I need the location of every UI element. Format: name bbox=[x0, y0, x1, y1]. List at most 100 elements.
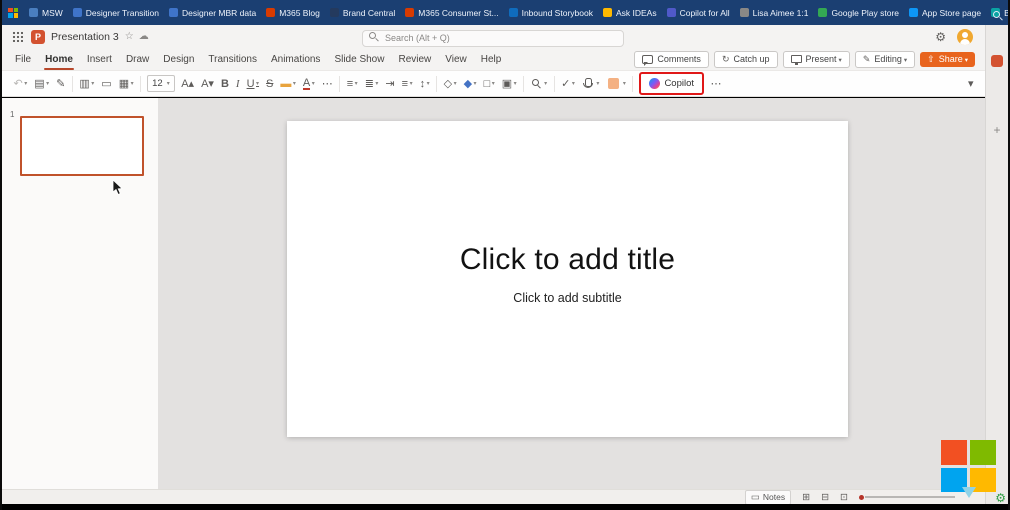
copilot-icon bbox=[649, 78, 660, 89]
editor-button[interactable]: ✓ bbox=[558, 74, 579, 94]
tab-review[interactable]: Review bbox=[391, 49, 438, 70]
sidebar-office-app-icon[interactable] bbox=[991, 55, 1003, 67]
bookmark-app-store-page[interactable]: App Store page bbox=[904, 5, 986, 21]
app-launcher-waffle-icon[interactable] bbox=[12, 31, 23, 42]
favicon bbox=[667, 8, 676, 17]
text-highlight-button[interactable]: ▬ bbox=[277, 74, 300, 94]
slide-editing-surface[interactable]: Click to add title Click to add subtitle bbox=[287, 121, 848, 437]
tab-draw[interactable]: Draw bbox=[119, 49, 156, 70]
notes-button[interactable]: ▭ Notes bbox=[745, 490, 791, 505]
editing-label: Editing bbox=[874, 54, 907, 64]
search-input[interactable] bbox=[362, 30, 624, 47]
browser-logo-icon[interactable] bbox=[8, 8, 18, 18]
shapes-button[interactable]: ◇ bbox=[440, 74, 460, 94]
tab-insert[interactable]: Insert bbox=[80, 49, 119, 70]
bold-button[interactable]: B bbox=[217, 74, 232, 94]
font-size-select[interactable]: 12 bbox=[147, 75, 175, 92]
zoom-slider-handle[interactable] bbox=[859, 495, 864, 500]
grow-font-button[interactable]: A▴ bbox=[178, 74, 198, 94]
present-label: Present bbox=[806, 54, 842, 64]
font-color-button[interactable]: A bbox=[299, 74, 318, 94]
ribbon-separator bbox=[523, 76, 524, 92]
bookmark-label: Designer MBR data bbox=[182, 8, 256, 18]
comments-button[interactable]: Comments bbox=[634, 51, 709, 68]
ribbon-more-button[interactable]: ⋯ bbox=[707, 74, 725, 94]
align-button[interactable]: ≡ bbox=[398, 74, 416, 94]
favicon bbox=[909, 8, 918, 17]
shape-outline-button[interactable]: □ bbox=[480, 74, 498, 94]
view-slideshow-button[interactable]: ⊡ bbox=[840, 492, 848, 503]
designer-button[interactable] bbox=[603, 74, 630, 94]
settings-gear-icon[interactable]: ⚙ bbox=[935, 30, 946, 44]
slide-layout-button[interactable]: ▦ bbox=[115, 74, 137, 94]
shrink-font-button[interactable]: A▾ bbox=[198, 74, 218, 94]
numbering-button[interactable]: ≣ bbox=[361, 74, 382, 94]
bookmark-google-play-store[interactable]: Google Play store bbox=[813, 5, 904, 21]
favicon bbox=[818, 8, 827, 17]
tab-animations[interactable]: Animations bbox=[264, 49, 327, 70]
bullets-button[interactable]: ≡ bbox=[343, 74, 361, 94]
ribbon-separator bbox=[632, 76, 633, 92]
tab-slide-show[interactable]: Slide Show bbox=[327, 49, 391, 70]
find-button[interactable] bbox=[527, 74, 551, 94]
document-title[interactable]: Presentation 3 bbox=[51, 31, 119, 43]
copilot-button[interactable]: Copilot bbox=[643, 75, 700, 92]
tab-view[interactable]: View bbox=[438, 49, 474, 70]
saved-cloud-icon[interactable]: ☁ bbox=[139, 31, 149, 42]
zoom-slider-track[interactable] bbox=[865, 496, 955, 498]
tab-file[interactable]: File bbox=[8, 49, 38, 70]
ribbon-collapse-button[interactable]: ▾ bbox=[964, 74, 977, 94]
tab-design[interactable]: Design bbox=[156, 49, 201, 70]
delete-slide-button[interactable]: ▭ bbox=[98, 74, 115, 94]
present-button[interactable]: Present bbox=[783, 51, 850, 68]
subtitle-placeholder[interactable]: Click to add subtitle bbox=[287, 291, 848, 305]
capture-settings-gear-icon[interactable]: ⚙ bbox=[995, 491, 1006, 505]
bookmark-designer-mbr-data[interactable]: Designer MBR data bbox=[164, 5, 261, 21]
bookmark-designer-transition[interactable]: Designer Transition bbox=[68, 5, 164, 21]
powerpoint-logo-icon[interactable]: P bbox=[31, 30, 45, 44]
app-header: P Presentation 3 ☆ ☁ ⚙ bbox=[2, 25, 985, 48]
strikethrough-button[interactable]: S bbox=[263, 74, 277, 94]
underline-button[interactable]: U bbox=[243, 74, 262, 94]
ribbon-separator bbox=[554, 76, 555, 92]
more-font-options-button[interactable]: ⋯ bbox=[318, 74, 336, 94]
sidebar-add-icon[interactable]: + bbox=[993, 123, 1000, 137]
tab-transitions[interactable]: Transitions bbox=[201, 49, 264, 70]
italic-button[interactable]: I bbox=[232, 74, 243, 94]
format-painter-button[interactable]: ✎ bbox=[53, 74, 69, 94]
bookmark-label: Designer Transition bbox=[86, 8, 159, 18]
dictate-button[interactable] bbox=[578, 74, 603, 94]
account-avatar[interactable] bbox=[957, 29, 973, 45]
browser-search-icon[interactable] bbox=[993, 8, 1003, 26]
editing-mode-button[interactable]: ✎Editing bbox=[855, 51, 915, 68]
slide-1-thumbnail[interactable] bbox=[20, 116, 144, 176]
undo-button[interactable]: ↶ bbox=[10, 74, 31, 94]
bookmark-ask-ideas[interactable]: Ask IDEAs bbox=[598, 5, 662, 21]
microsoft-logo bbox=[941, 440, 996, 492]
catch-up-button[interactable]: ↻Catch up bbox=[714, 51, 778, 68]
favicon bbox=[266, 8, 275, 17]
favorite-star-icon[interactable]: ☆ bbox=[125, 31, 134, 42]
zoom-slider[interactable] bbox=[859, 495, 955, 500]
title-placeholder[interactable]: Click to add title bbox=[287, 243, 848, 277]
arrange-button[interactable]: ▣ bbox=[498, 74, 520, 94]
tab-home[interactable]: Home bbox=[38, 49, 80, 70]
share-button[interactable]: ⇧Share bbox=[920, 52, 975, 67]
tab-help[interactable]: Help bbox=[474, 49, 509, 70]
line-spacing-button[interactable]: ↕ bbox=[416, 74, 433, 94]
bookmark-msw[interactable]: MSW bbox=[24, 5, 68, 21]
shape-fill-button[interactable]: ◆ bbox=[460, 74, 480, 94]
bookmark-copilot-for-all[interactable]: Copilot for All bbox=[662, 5, 735, 21]
bookmark-brand-central[interactable]: Brand Central bbox=[325, 5, 400, 21]
font-color-glyph: A bbox=[303, 78, 310, 90]
bookmark-m365-blog[interactable]: M365 Blog bbox=[261, 5, 325, 21]
view-normal-button[interactable]: ⊞ bbox=[802, 492, 810, 503]
view-slide-sorter-button[interactable]: ⊟ bbox=[821, 492, 829, 503]
bookmark-m365-consumer[interactable]: M365 Consumer St... bbox=[400, 5, 503, 21]
new-slide-button[interactable]: ▥ bbox=[76, 74, 98, 94]
indent-button[interactable]: ⇥ bbox=[382, 74, 398, 94]
bookmark-inbound-storybook[interactable]: Inbound Storybook bbox=[504, 5, 598, 21]
share-label: Share bbox=[939, 54, 968, 64]
bookmark-lisa-aimee[interactable]: Lisa Aimee 1:1 bbox=[735, 5, 814, 21]
paste-button[interactable]: ▤ bbox=[31, 74, 53, 94]
